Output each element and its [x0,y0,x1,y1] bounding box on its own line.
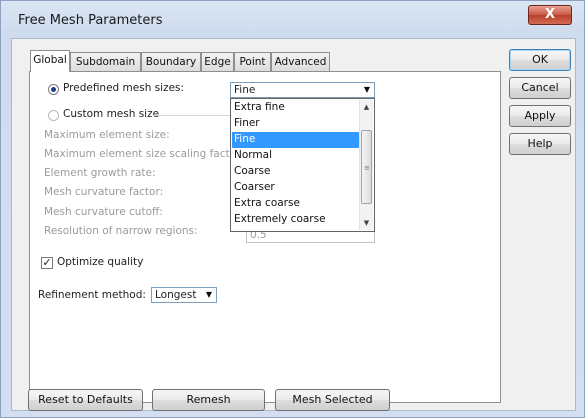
optimize-quality-checkbox[interactable]: ✓ [41,257,53,269]
help-button[interactable]: Help [509,133,571,155]
dialog-window: Free Mesh Parameters X Global Subdomain … [0,0,585,418]
dropdown-option[interactable]: Extra coarse [232,196,359,212]
window-title: Free Mesh Parameters [18,13,163,28]
predefined-mesh-select[interactable]: Fine ▼ [230,82,375,98]
dropdown-option[interactable]: Coarser [232,180,359,196]
cancel-button[interactable]: Cancel [509,77,571,99]
ok-button[interactable]: OK [509,49,571,71]
param-label-curvature-factor: Mesh curvature factor: [44,186,164,198]
close-icon: X [544,7,556,22]
scrollbar-thumb[interactable]: ≡ [361,130,372,204]
refinement-method-label: Refinement method: [38,289,146,301]
tab-subdomain[interactable]: Subdomain [70,52,141,71]
param-label-max-scaling: Maximum element size scaling facto [44,148,237,160]
param-label-curvature-cutoff: Mesh curvature cutoff: [44,206,163,218]
scroll-up-icon[interactable]: ▲ [360,100,373,114]
chevron-down-icon: ▼ [205,290,212,299]
tab-advanced[interactable]: Advanced [271,52,330,71]
apply-button[interactable]: Apply [509,105,571,127]
dropdown-option-selected[interactable]: Fine [232,132,359,148]
predefined-mesh-label: Predefined mesh sizes: [63,82,185,94]
reset-to-defaults-button[interactable]: Reset to Defaults [28,389,143,411]
custom-mesh-radio[interactable] [48,110,59,121]
dropdown-option[interactable]: Extremely coarse [232,212,359,228]
remesh-button[interactable]: Remesh [152,389,265,411]
mesh-size-dropdown-list[interactable]: Extra fine Finer Fine Normal Coarse Coar… [230,98,375,232]
scroll-down-icon[interactable]: ▼ [360,216,373,230]
dropdown-scrollbar[interactable]: ▲ ≡ ▼ [359,100,373,230]
chevron-down-icon: ▼ [363,85,370,94]
tab-boundary[interactable]: Boundary [141,52,201,71]
param-label-max-element-size: Maximum element size: [44,129,170,141]
grip-icon: ≡ [364,164,370,172]
close-button[interactable]: X [528,5,572,25]
refinement-method-select[interactable]: Longest ▼ [151,287,217,303]
tab-global[interactable]: Global [30,50,70,72]
predefined-mesh-radio[interactable] [48,84,59,95]
mesh-selected-button[interactable]: Mesh Selected [275,389,390,411]
dropdown-option[interactable]: Coarse [232,164,359,180]
group-divider [153,115,230,116]
refinement-method-value: Longest [155,289,197,301]
checkmark-icon: ✓ [42,256,52,269]
predefined-mesh-value: Fine [234,84,256,96]
param-label-growth-rate: Element growth rate: [44,167,156,179]
tab-edge[interactable]: Edge [201,52,234,71]
dropdown-option[interactable]: Extra fine [232,100,359,116]
tab-point[interactable]: Point [234,52,271,71]
custom-mesh-label: Custom mesh size [63,108,160,120]
optimize-quality-label: Optimize quality [57,256,144,268]
param-label-narrow-regions: Resolution of narrow regions: [44,225,198,237]
dropdown-option[interactable]: Finer [232,116,359,132]
dropdown-option[interactable]: Normal [232,148,359,164]
